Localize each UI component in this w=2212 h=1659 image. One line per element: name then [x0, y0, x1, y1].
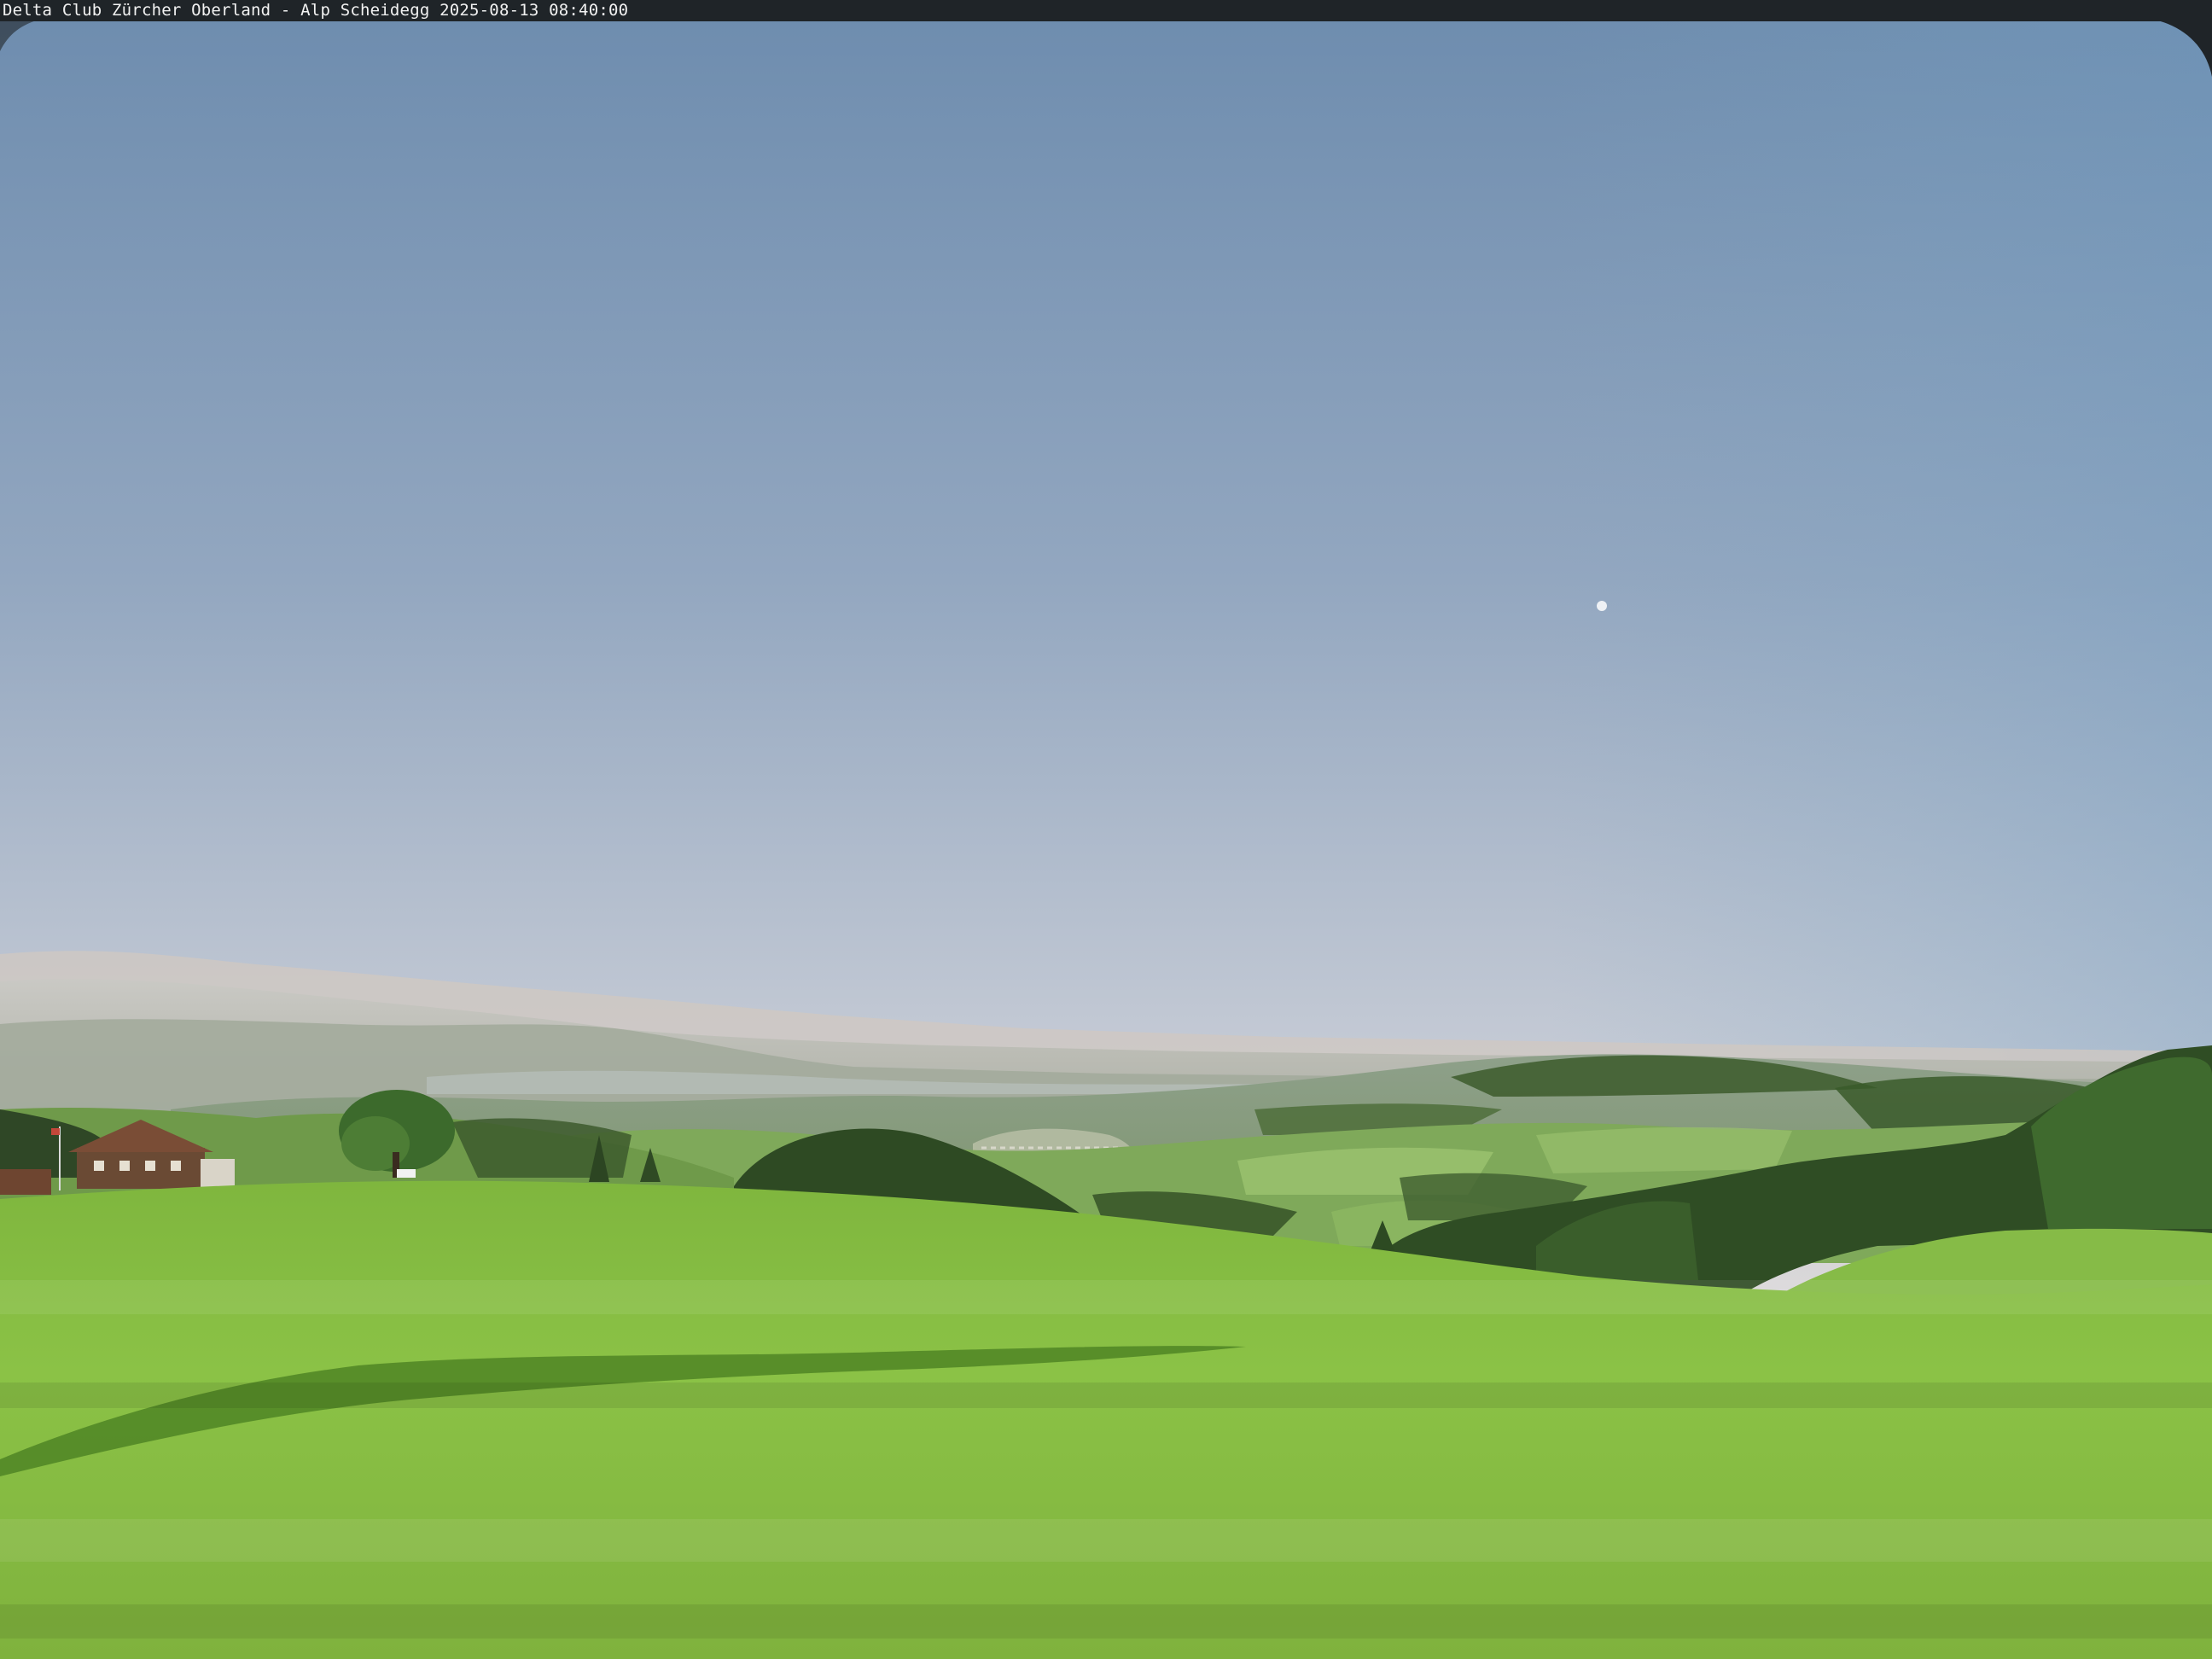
- sky-tint: [0, 0, 2212, 1109]
- sign: [397, 1169, 416, 1178]
- webcam-caption: Delta Club Zürcher Oberland - Alp Scheid…: [3, 1, 629, 20]
- field-patch-2: [1536, 1126, 1792, 1173]
- webcam-frame: Delta Club Zürcher Oberland - Alp Scheid…: [0, 0, 2212, 1659]
- caption-bar: Delta Club Zürcher Oberland - Alp Scheid…: [0, 0, 2212, 21]
- moon: [1597, 601, 1607, 611]
- landscape-photo: [0, 0, 2212, 1659]
